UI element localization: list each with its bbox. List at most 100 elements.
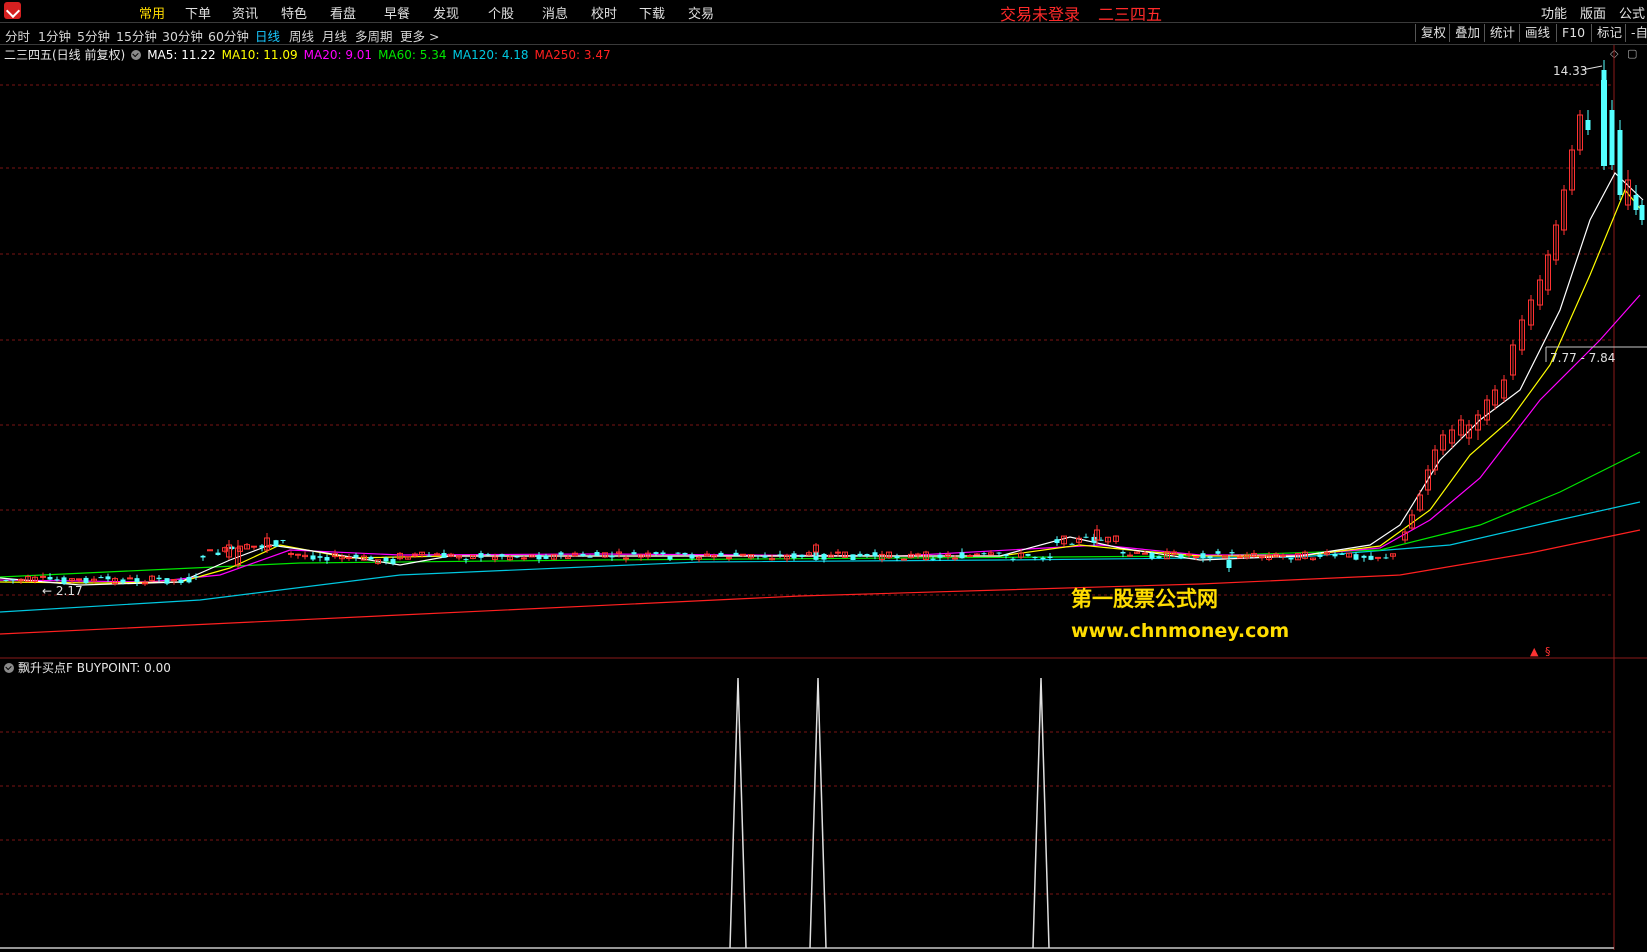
candle-body (835, 551, 841, 554)
candle-body (288, 552, 294, 555)
kline-chart[interactable]: 14.33 ← 2.17 7.77 - 7.84 ▲ § (0, 0, 1647, 952)
candle-body (1353, 554, 1359, 560)
candle-body (755, 555, 761, 557)
candle-body (1083, 536, 1089, 538)
candle-body (1609, 110, 1615, 165)
candle-body (857, 553, 863, 557)
sub-indicator-header: 飘升买点F BUYPOINT: 0.00 (4, 659, 171, 676)
candle-body (536, 555, 542, 560)
candle-body (726, 557, 732, 560)
candle-body (521, 557, 527, 560)
range-label: 7.77 - 7.84 (1550, 351, 1615, 365)
candle-body (295, 553, 301, 556)
candle-body (390, 559, 396, 564)
candle-body (1361, 555, 1367, 558)
candle-body (1585, 120, 1591, 130)
sub-indicator-toggle-icon[interactable] (4, 663, 14, 673)
candle-body (974, 553, 980, 556)
candle-body (791, 553, 797, 559)
buypoint-spike (729, 677, 747, 949)
candle-body (259, 545, 265, 548)
candle-body (200, 555, 206, 558)
buypoint-spike (1032, 677, 1050, 949)
candle-body (1368, 555, 1374, 560)
candle-body (127, 577, 133, 580)
candle-body (142, 582, 148, 585)
candle-body (660, 552, 666, 555)
candle-body (1633, 195, 1639, 210)
candle-body (193, 576, 199, 578)
candle-body (178, 579, 184, 583)
candle-body (120, 579, 126, 583)
candle-body (54, 579, 60, 581)
candle-body (587, 556, 593, 558)
candle-body (894, 556, 900, 559)
candle-body (251, 545, 257, 548)
candle-body (156, 577, 162, 580)
candle-body (1156, 556, 1162, 558)
candle-body (1054, 539, 1060, 543)
candle-body (653, 552, 659, 554)
candle-body (623, 557, 629, 560)
candle-body (580, 553, 586, 557)
candle-body (105, 576, 111, 580)
candle-body (164, 578, 170, 584)
candle-body (76, 578, 82, 581)
candle-body (1229, 552, 1235, 554)
candle-body (1003, 554, 1009, 557)
candle-body (1215, 551, 1221, 554)
candle-body (1193, 556, 1199, 559)
candle-body (740, 553, 746, 556)
ma20-line (0, 294, 1641, 583)
candle-body (310, 555, 316, 560)
candle-body (1200, 553, 1206, 559)
candle-body (543, 555, 549, 559)
candle-body (1288, 557, 1294, 560)
candle-body (733, 552, 739, 556)
candle-body (1207, 556, 1213, 559)
candle-body (1383, 557, 1389, 559)
event-marker-icon: ▲ (1530, 645, 1539, 658)
high-price-label: 14.33 (1553, 64, 1587, 78)
candle-body (1617, 130, 1623, 195)
candle-body (762, 555, 768, 558)
low-price-label: ← 2.17 (42, 584, 83, 598)
candle-body (1178, 554, 1184, 559)
watermark-name: 第一股票公式网 (1071, 587, 1218, 611)
candle-body (1032, 557, 1038, 559)
candle-body (273, 540, 279, 547)
candle-body (930, 558, 936, 560)
candle-body (98, 577, 104, 579)
candle-body (134, 578, 140, 583)
candle-body (675, 552, 681, 554)
candle-body (1127, 554, 1133, 557)
candle-body (426, 555, 432, 557)
candle-body (609, 555, 615, 558)
candle-body (952, 557, 958, 560)
candle-body (850, 554, 856, 560)
candle-body (901, 558, 907, 561)
candle-body (1639, 205, 1645, 220)
candle-body (353, 554, 359, 558)
candle-body (215, 552, 221, 555)
buypoint-spike (809, 677, 827, 949)
candle-body (61, 577, 67, 584)
candle-body (718, 552, 724, 556)
candle-body (631, 552, 637, 555)
candle-body (186, 577, 192, 583)
ma10-line (0, 188, 1644, 584)
candle-body (1280, 554, 1286, 557)
candle-body (346, 556, 352, 559)
candle-body (799, 554, 805, 558)
candle-body (1040, 557, 1046, 559)
candle-body (317, 556, 323, 558)
candle-body (485, 554, 491, 556)
sub-indicator-title: 飘升买点F BUYPOINT: 0.00 (18, 661, 171, 675)
candle-body (1375, 556, 1381, 559)
candle-body (1226, 560, 1232, 568)
candle-body (1237, 556, 1243, 559)
candle-body (499, 554, 505, 557)
candle-body (1047, 556, 1053, 559)
candle-body (777, 554, 783, 556)
candle-body (324, 556, 330, 561)
